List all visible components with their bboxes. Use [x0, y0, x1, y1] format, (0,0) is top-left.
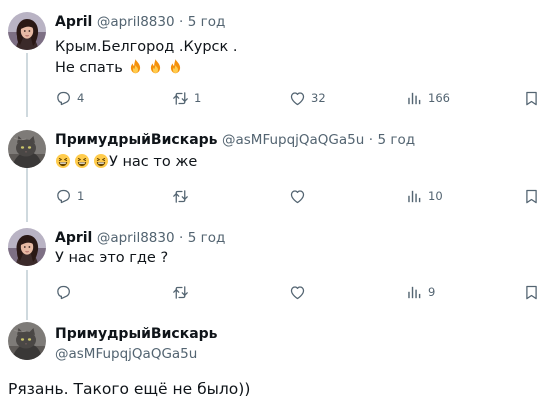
views-count: 166 — [428, 91, 450, 105]
bookmark-icon — [523, 188, 540, 205]
views-icon — [406, 188, 423, 205]
retweet-button[interactable]: 1 — [172, 88, 201, 108]
grinning-squinting-face-emoji — [55, 153, 71, 169]
bookmark-icon — [523, 90, 540, 107]
views-icon — [406, 90, 423, 107]
views-icon — [406, 284, 423, 301]
like-icon — [289, 284, 306, 301]
fire-emoji — [127, 58, 144, 75]
tweet-text-line: Крым.Белгород .Курск . — [55, 39, 238, 55]
focused-tweet: ПримудрыйВискарь @asMFupqjQaQGa5u Рязань… — [0, 318, 546, 408]
views-count: 10 — [428, 189, 443, 203]
display-name[interactable]: ПримудрыйВискарь — [55, 132, 218, 148]
handle[interactable]: @asMFupqjQaQGa5u — [55, 345, 197, 363]
separator: · — [368, 132, 374, 148]
views-count: 9 — [428, 285, 436, 299]
avatar[interactable] — [8, 12, 46, 50]
display-name[interactable]: April — [55, 14, 92, 30]
tweet-header: April @april8830 · 5 год — [55, 229, 225, 247]
separator: · — [179, 230, 184, 246]
retweet-button[interactable] — [172, 282, 189, 302]
like-icon — [289, 188, 306, 205]
reply-button[interactable] — [55, 282, 72, 302]
like-button[interactable] — [289, 186, 306, 206]
display-name[interactable]: ПримудрыйВискарь — [55, 325, 218, 343]
bookmark-button[interactable] — [523, 186, 540, 206]
reply-button[interactable]: 1 — [55, 186, 84, 206]
like-icon — [289, 90, 306, 107]
retweet-count: 1 — [194, 91, 202, 105]
timestamp[interactable]: 5 год — [188, 14, 226, 30]
reply-count: 4 — [77, 91, 85, 105]
tweet[interactable]: April @april8830 · 5 год Крым.Белгород .… — [0, 0, 546, 118]
reply-count: 1 — [77, 189, 85, 203]
views-button[interactable]: 166 — [406, 88, 450, 108]
action-bar: 9 — [55, 282, 540, 302]
action-bar: 4 1 32 166 — [55, 88, 540, 108]
views-button[interactable]: 10 — [406, 186, 443, 206]
timestamp[interactable]: 5 год — [378, 132, 416, 148]
fire-emoji — [147, 58, 164, 75]
tweet-text: У нас это где ? — [55, 250, 169, 266]
handle[interactable]: @april8830 — [97, 230, 175, 246]
tweet[interactable]: ПримудрыйВискарь @asMFupqjQaQGa5u · 5 го… — [0, 118, 546, 220]
tweet-text-line-2: Не спать — [55, 60, 123, 76]
like-button[interactable] — [289, 282, 306, 302]
timestamp[interactable]: 5 год — [188, 230, 226, 246]
retweet-icon — [172, 90, 189, 107]
views-button[interactable]: 9 — [406, 282, 435, 302]
tweet[interactable]: April @april8830 · 5 год У нас это где ?… — [0, 220, 546, 318]
grinning-squinting-face-emoji — [74, 153, 90, 169]
bookmark-button[interactable] — [523, 88, 540, 108]
tweet-header: April @april8830 · 5 год — [55, 13, 225, 31]
reply-icon — [55, 188, 72, 205]
tweet-header: ПримудрыйВискарь @asMFupqjQaQGa5u · 5 го… — [55, 131, 415, 149]
handle[interactable]: @april8830 — [97, 14, 175, 30]
tweet-text: Рязань. Такого ещё не было)) — [8, 380, 251, 398]
reply-button[interactable]: 4 — [55, 88, 84, 108]
action-bar: 1 10 — [55, 186, 540, 206]
grinning-squinting-face-emoji — [93, 153, 109, 169]
retweet-icon — [172, 188, 189, 205]
tweet-text-line: Не спать — [55, 58, 237, 79]
avatar[interactable] — [8, 228, 46, 266]
like-button[interactable]: 32 — [289, 88, 326, 108]
tweet-text: Крым.Белгород .Курск . Не спать — [55, 37, 237, 79]
like-count: 32 — [311, 91, 326, 105]
avatar[interactable] — [8, 322, 46, 360]
tweet-text: У нас то же — [55, 152, 197, 173]
separator: · — [179, 14, 184, 30]
fire-emoji — [167, 58, 184, 75]
display-name[interactable]: April — [55, 230, 92, 246]
reply-icon — [55, 90, 72, 107]
tweet-text-content: У нас то же — [109, 154, 198, 170]
reply-icon — [55, 284, 72, 301]
bookmark-button[interactable] — [523, 282, 540, 302]
retweet-icon — [172, 284, 189, 301]
bookmark-icon — [523, 284, 540, 301]
handle[interactable]: @asMFupqjQaQGa5u — [222, 132, 364, 148]
avatar[interactable] — [8, 130, 46, 168]
retweet-button[interactable] — [172, 186, 189, 206]
